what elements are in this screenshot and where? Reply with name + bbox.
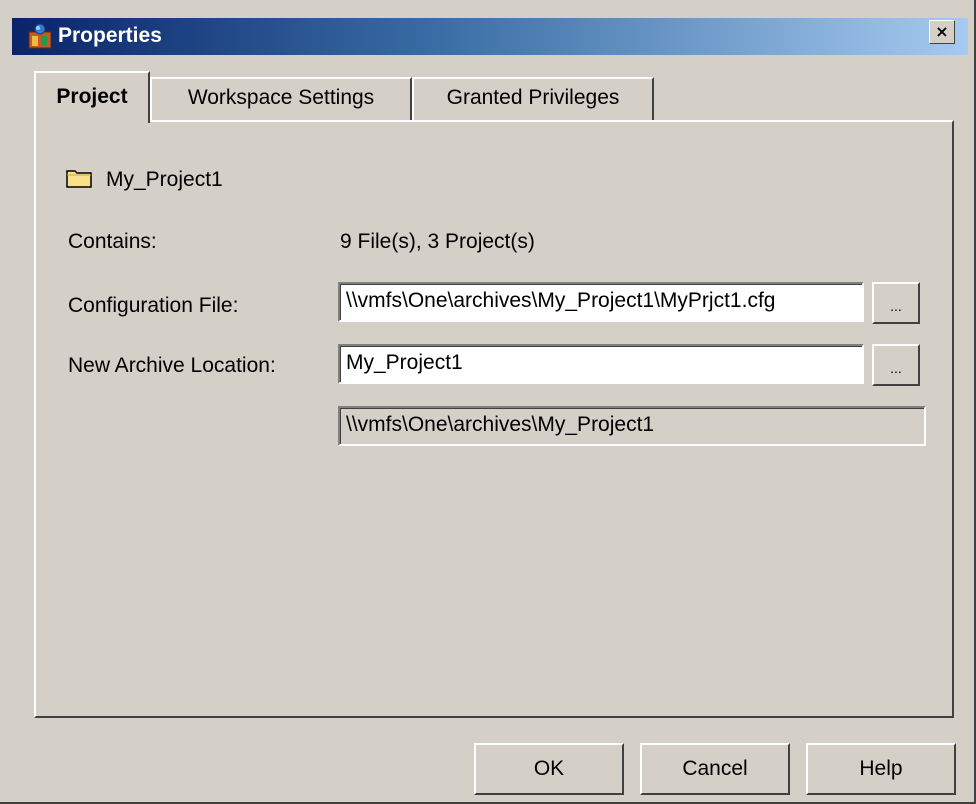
archive-location-input[interactable]: My_Project1: [338, 344, 864, 384]
resolved-archive-path: \\vmfs\One\archives\My_Project1: [338, 406, 926, 446]
close-button[interactable]: ×: [929, 20, 955, 44]
tab-label: Project: [56, 85, 128, 108]
project-name: My_Project1: [106, 168, 223, 191]
archive-location-label: New Archive Location:: [68, 354, 276, 377]
config-file-input[interactable]: \\vmfs\One\archives\My_Project1\MyPrjct1…: [338, 282, 864, 322]
tab-label: Granted Privileges: [446, 86, 620, 109]
ok-button[interactable]: OK: [474, 743, 624, 795]
contains-value: 9 File(s), 3 Project(s): [340, 230, 535, 253]
tab-granted-privileges[interactable]: Granted Privileges: [412, 77, 654, 120]
cancel-button[interactable]: Cancel: [640, 743, 790, 795]
archive-browse-button[interactable]: ...: [872, 344, 920, 386]
properties-dialog: Properties × Project Workspace Settings …: [0, 0, 976, 804]
app-icon: [28, 23, 52, 49]
contains-label: Contains:: [68, 230, 157, 253]
tab-label: Workspace Settings: [187, 86, 375, 109]
config-browse-button[interactable]: ...: [872, 282, 920, 324]
tab-project[interactable]: Project: [34, 71, 150, 123]
title-bar[interactable]: Properties: [12, 18, 968, 55]
close-icon: ×: [935, 22, 949, 41]
tab-workspace-settings[interactable]: Workspace Settings: [150, 77, 412, 120]
config-file-label: Configuration File:: [68, 294, 239, 317]
folder-icon: [66, 170, 92, 188]
help-button[interactable]: Help: [806, 743, 956, 795]
window-title: Properties: [58, 24, 162, 47]
